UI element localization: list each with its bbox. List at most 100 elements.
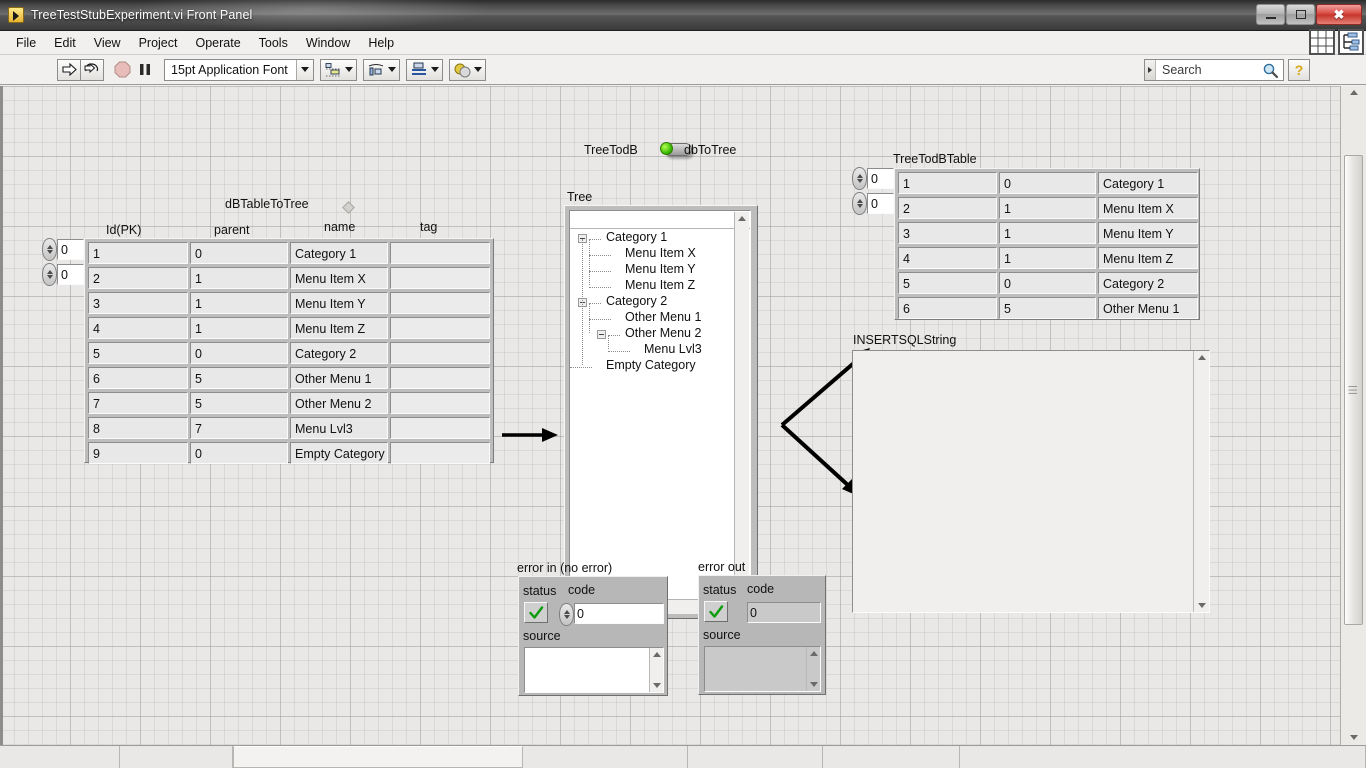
font-selector[interactable]: 15pt Application Font	[164, 59, 314, 81]
array-resize-handle[interactable]	[342, 201, 355, 214]
mode-switch-led-icon[interactable]	[660, 142, 673, 155]
stepper-down-icon[interactable]	[857, 179, 863, 183]
db-table-cell-name-7[interactable]: Other Menu 2	[290, 392, 388, 414]
context-help-button[interactable]: ?	[1288, 59, 1310, 81]
error-in-source-value[interactable]	[527, 649, 647, 691]
search-drag-handle[interactable]	[1145, 60, 1156, 80]
db-table-cell-parent-8[interactable]: 7	[190, 417, 288, 439]
block-diagram-window-icon[interactable]	[1338, 29, 1364, 55]
search-icon[interactable]	[1262, 62, 1279, 79]
tree-control[interactable]: Category 1Menu Item XMenu Item YMenu Ite…	[564, 205, 758, 619]
db-table-cell-tag-6[interactable]	[390, 367, 490, 389]
run-button[interactable]	[57, 59, 81, 81]
db-table-cell-tag-4[interactable]	[390, 317, 490, 339]
resize-dropdown-arrow[interactable]	[431, 67, 439, 72]
tree-body[interactable]: Category 1Menu Item XMenu Item YMenu Ite…	[569, 210, 751, 612]
stepper-down-icon[interactable]	[564, 615, 570, 619]
db-table-cell-tag-7[interactable]	[390, 392, 490, 414]
tree-table-index-controls[interactable]: 0 0	[852, 167, 894, 217]
align-dropdown-arrow[interactable]	[345, 67, 353, 72]
align-objects-button[interactable]	[320, 59, 357, 81]
menu-window[interactable]: Window	[297, 33, 359, 53]
db-table-cell-tag-8[interactable]	[390, 417, 490, 439]
scroll-up-icon[interactable]	[738, 216, 746, 221]
menu-view[interactable]: View	[85, 33, 130, 53]
tree-node-list[interactable]: Category 1Menu Item XMenu Item YMenu Ite…	[570, 229, 750, 375]
tree-table-cell-id-4[interactable]: 4	[898, 247, 997, 269]
col-index-value[interactable]: 0	[57, 264, 84, 285]
run-continuously-button[interactable]	[80, 59, 104, 81]
scroll-down-icon[interactable]	[810, 682, 818, 687]
error-in-code-value[interactable]: 0	[574, 603, 664, 624]
error-out-cluster[interactable]: status code 0 source	[698, 575, 826, 695]
row-index-value[interactable]: 0	[867, 168, 894, 189]
panel-vertical-scrollbar[interactable]: |||	[1340, 86, 1366, 745]
error-in-source-field[interactable]	[524, 647, 664, 693]
resize-objects-button[interactable]	[406, 59, 443, 81]
db-table-cell-id-9[interactable]: 9	[88, 442, 188, 464]
db-table-cell-name-9[interactable]: Empty Category	[290, 442, 388, 464]
db-table-cell-parent-7[interactable]: 5	[190, 392, 288, 414]
db-table-index-controls[interactable]: 0 0	[42, 238, 84, 288]
tree-table-cell-name-6[interactable]: Other Menu 1	[1098, 297, 1198, 319]
statusbar-active-segment[interactable]	[233, 746, 523, 768]
collapse-node-icon[interactable]	[597, 330, 606, 339]
tree-table-cell-name-2[interactable]: Menu Item X	[1098, 197, 1198, 219]
tree-vertical-scrollbar[interactable]	[734, 212, 749, 592]
vscroll-thumb[interactable]: |||	[1344, 155, 1363, 625]
table-row[interactable]: 0	[42, 263, 84, 286]
stepper-down-icon[interactable]	[47, 250, 53, 254]
error-in-source-scrollbar[interactable]	[649, 648, 663, 692]
db-table-cell-parent-9[interactable]: 0	[190, 442, 288, 464]
tree-table-cell-parent-6[interactable]: 5	[999, 297, 1096, 319]
db-table-cell-tag-3[interactable]	[390, 292, 490, 314]
close-button[interactable]: ✖	[1316, 4, 1362, 25]
db-table-cell-id-7[interactable]: 7	[88, 392, 188, 414]
stepper-down-icon[interactable]	[47, 275, 53, 279]
db-table-cell-parent-4[interactable]: 1	[190, 317, 288, 339]
row-index-value[interactable]: 0	[57, 239, 84, 260]
tree-table-cell-name-3[interactable]: Menu Item Y	[1098, 222, 1198, 244]
error-in-cluster[interactable]: status code 0 source	[518, 576, 668, 696]
front-panel-window-icon[interactable]	[1309, 29, 1335, 55]
scroll-down-icon[interactable]	[1198, 603, 1206, 608]
font-selector-dropdown-arrow[interactable]	[296, 60, 313, 80]
tree-table-cell-parent-3[interactable]: 1	[999, 222, 1096, 244]
table-row[interactable]: 0	[852, 167, 894, 190]
menu-edit[interactable]: Edit	[45, 33, 85, 53]
tree-table-cell-parent-5[interactable]: 0	[999, 272, 1096, 294]
db-table-cell-name-3[interactable]: Menu Item Y	[290, 292, 388, 314]
scroll-down-icon[interactable]	[653, 683, 661, 688]
db-table-cell-id-4[interactable]: 4	[88, 317, 188, 339]
tree-node[interactable]: Category 1	[570, 231, 750, 247]
stepper-up-icon[interactable]	[857, 174, 863, 178]
stepper-up-icon[interactable]	[47, 245, 53, 249]
reorder-objects-button[interactable]	[449, 59, 486, 81]
db-table-cell-id-8[interactable]: 8	[88, 417, 188, 439]
col-index-stepper[interactable]	[42, 263, 57, 286]
abort-execution-button[interactable]	[110, 59, 134, 81]
distribute-objects-button[interactable]	[363, 59, 400, 81]
db-table-cell-name-8[interactable]: Menu Lvl3	[290, 417, 388, 439]
db-table-cell-parent-1[interactable]: 0	[190, 242, 288, 264]
db-table-cell-tag-5[interactable]	[390, 342, 490, 364]
stepper-up-icon[interactable]	[47, 270, 53, 274]
tree-table-cell-parent-4[interactable]: 1	[999, 247, 1096, 269]
insert-sql-string-indicator[interactable]	[852, 350, 1210, 613]
tree-table-cell-id-3[interactable]: 3	[898, 222, 997, 244]
scroll-down-icon[interactable]	[1350, 735, 1358, 740]
col-index-stepper[interactable]	[852, 192, 867, 215]
scroll-up-icon[interactable]	[1198, 355, 1206, 360]
tree-table-cell-parent-2[interactable]: 1	[999, 197, 1096, 219]
tree-node[interactable]: Menu Item Y	[570, 263, 750, 279]
menu-operate[interactable]: Operate	[186, 33, 249, 53]
stepper-down-icon[interactable]	[857, 204, 863, 208]
db-table-cell-tag-1[interactable]	[390, 242, 490, 264]
db-table-cell-id-6[interactable]: 6	[88, 367, 188, 389]
tree-table-cell-id-2[interactable]: 2	[898, 197, 997, 219]
menu-help[interactable]: Help	[359, 33, 403, 53]
db-table-cell-id-3[interactable]: 3	[88, 292, 188, 314]
tree-node[interactable]: Menu Lvl3	[570, 343, 750, 359]
tree-node[interactable]: Other Menu 1	[570, 311, 750, 327]
error-out-source-scrollbar[interactable]	[806, 647, 820, 691]
